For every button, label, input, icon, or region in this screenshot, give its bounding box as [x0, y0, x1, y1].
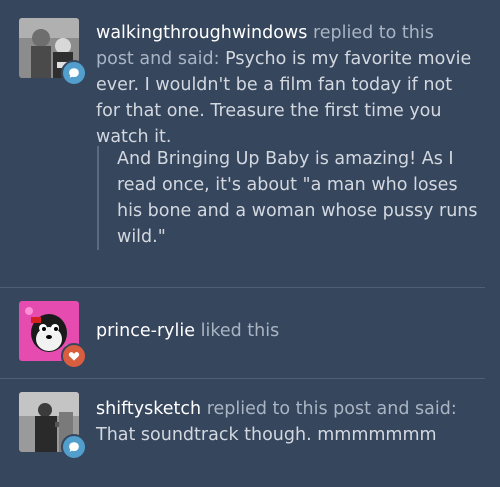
- reply-icon: [61, 60, 87, 86]
- quoted-text: And Bringing Up Baby is amazing! As I re…: [97, 146, 487, 250]
- username-link[interactable]: shiftysketch: [96, 399, 201, 419]
- note-reply-1: walkingthroughwindows replied to this po…: [0, 0, 500, 288]
- note-like: prince-rylie liked this: [0, 288, 500, 378]
- avatar-walkingthroughwindows[interactable]: [19, 18, 87, 86]
- action-text: replied to this post and said:: [206, 399, 457, 419]
- note-text: prince-rylie liked this: [96, 318, 476, 344]
- heart-icon: [61, 343, 87, 369]
- avatar-shiftysketch[interactable]: [19, 392, 87, 460]
- note-text: shiftysketch replied to this post and sa…: [96, 396, 476, 448]
- note-reply-2: shiftysketch replied to this post and sa…: [0, 379, 500, 487]
- reply-text: That soundtrack though. mmmmmmm: [96, 425, 437, 445]
- username-link[interactable]: prince-rylie: [96, 321, 195, 341]
- avatar-prince-rylie[interactable]: [19, 301, 87, 369]
- action-text: liked this: [200, 321, 280, 341]
- note-text: walkingthroughwindows replied to this po…: [96, 20, 476, 150]
- reply-icon: [61, 434, 87, 460]
- username-link[interactable]: walkingthroughwindows: [96, 23, 307, 43]
